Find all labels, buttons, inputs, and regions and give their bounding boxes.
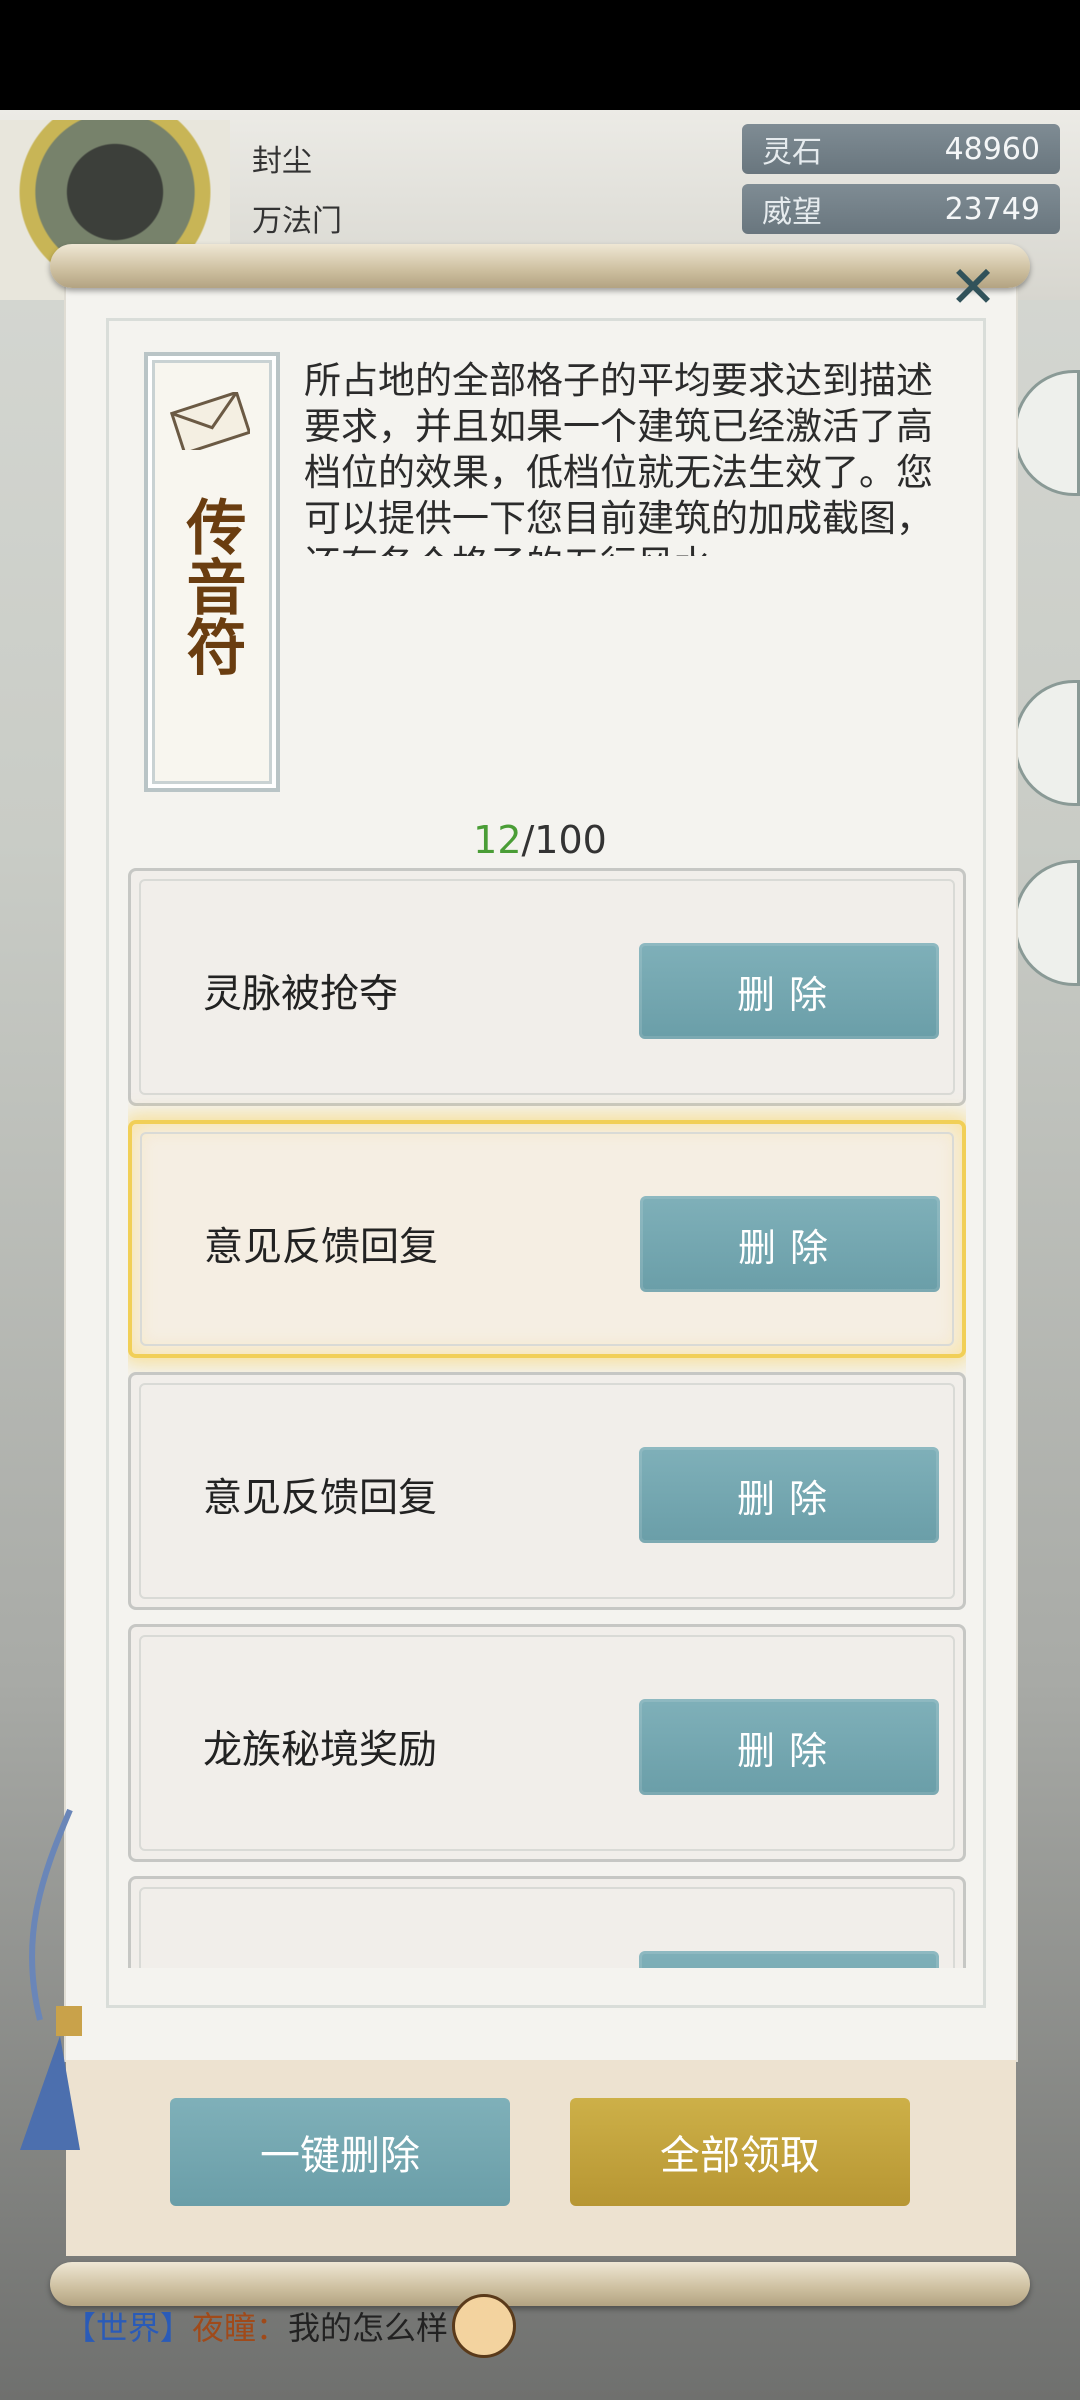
mail-message-body: 所占地的全部格子的平均要求达到描述要求，并且如果一个建筑已经激活了高档位的效果，… (304, 359, 933, 556)
chat-sender: 夜瞳： (192, 2309, 289, 2347)
letter-tag: 传音符 (144, 352, 280, 792)
delete-all-button[interactable]: 一键删除 (170, 2098, 510, 2206)
mail-count: 12/100 (0, 818, 1080, 862)
player-name: 封尘 (252, 144, 312, 179)
mail-item[interactable]: 灵脉被抢夺 删除 (128, 868, 966, 1106)
chat-text: 我的怎么样 (288, 2309, 449, 2347)
resource-spirit-stone: 灵石 48960 (742, 124, 1060, 174)
letter-tag-title: 传音符 (176, 496, 246, 676)
tassel-decoration (20, 1808, 82, 2150)
resource-value: 48960 (944, 131, 1040, 167)
mail-item-title: 意见反馈回复 (204, 1225, 439, 1270)
claim-all-button[interactable]: 全部领取 (570, 2098, 910, 2206)
emoji-icon (452, 2294, 517, 2358)
resource-label: 威望 (762, 195, 822, 230)
resource-label: 灵石 (762, 135, 822, 170)
resource-prestige: 威望 23749 (742, 184, 1060, 234)
delete-button[interactable]: 删除 (640, 1196, 940, 1292)
mail-item-selected[interactable]: 意见反馈回复 删除 (128, 1120, 966, 1358)
mail-item[interactable]: 龙族秘境奖励 删除 (128, 1624, 966, 1862)
side-menu-decoration (1014, 370, 1080, 496)
mail-item-title: 灵脉被抢夺 (203, 972, 399, 1017)
mail-item[interactable] (128, 1876, 966, 1968)
mail-item-title: 龙族秘境奖励 (203, 1728, 438, 1773)
delete-button[interactable]: 删除 (639, 1447, 939, 1543)
chat-channel: 【世界】 (64, 2309, 193, 2347)
side-menu-decoration (1014, 680, 1080, 806)
delete-button[interactable]: 删除 (639, 943, 939, 1039)
close-icon[interactable]: ✕ (944, 258, 1002, 316)
delete-button[interactable]: 删除 (639, 1699, 939, 1795)
status-bar (0, 0, 1080, 110)
envelope-icon (170, 392, 250, 450)
mail-item[interactable]: 意见反馈回复 删除 (128, 1372, 966, 1610)
mail-item-title: 意见反馈回复 (203, 1476, 438, 1521)
mail-list[interactable]: 灵脉被抢夺 删除 意见反馈回复 删除 意见反馈回复 删除 龙族秘境奖励 删除 (128, 868, 966, 1968)
delete-button[interactable] (639, 1951, 939, 1968)
resource-value: 23749 (944, 191, 1040, 227)
mail-count-total: /100 (521, 818, 607, 862)
player-sect: 万法门 (252, 204, 342, 239)
scroll-roller-top (50, 244, 1030, 288)
world-chat-line[interactable]: 【世界】夜瞳：我的怎么样 (64, 2294, 517, 2362)
mail-count-current: 12 (473, 818, 522, 862)
side-menu-decoration (1014, 860, 1080, 986)
